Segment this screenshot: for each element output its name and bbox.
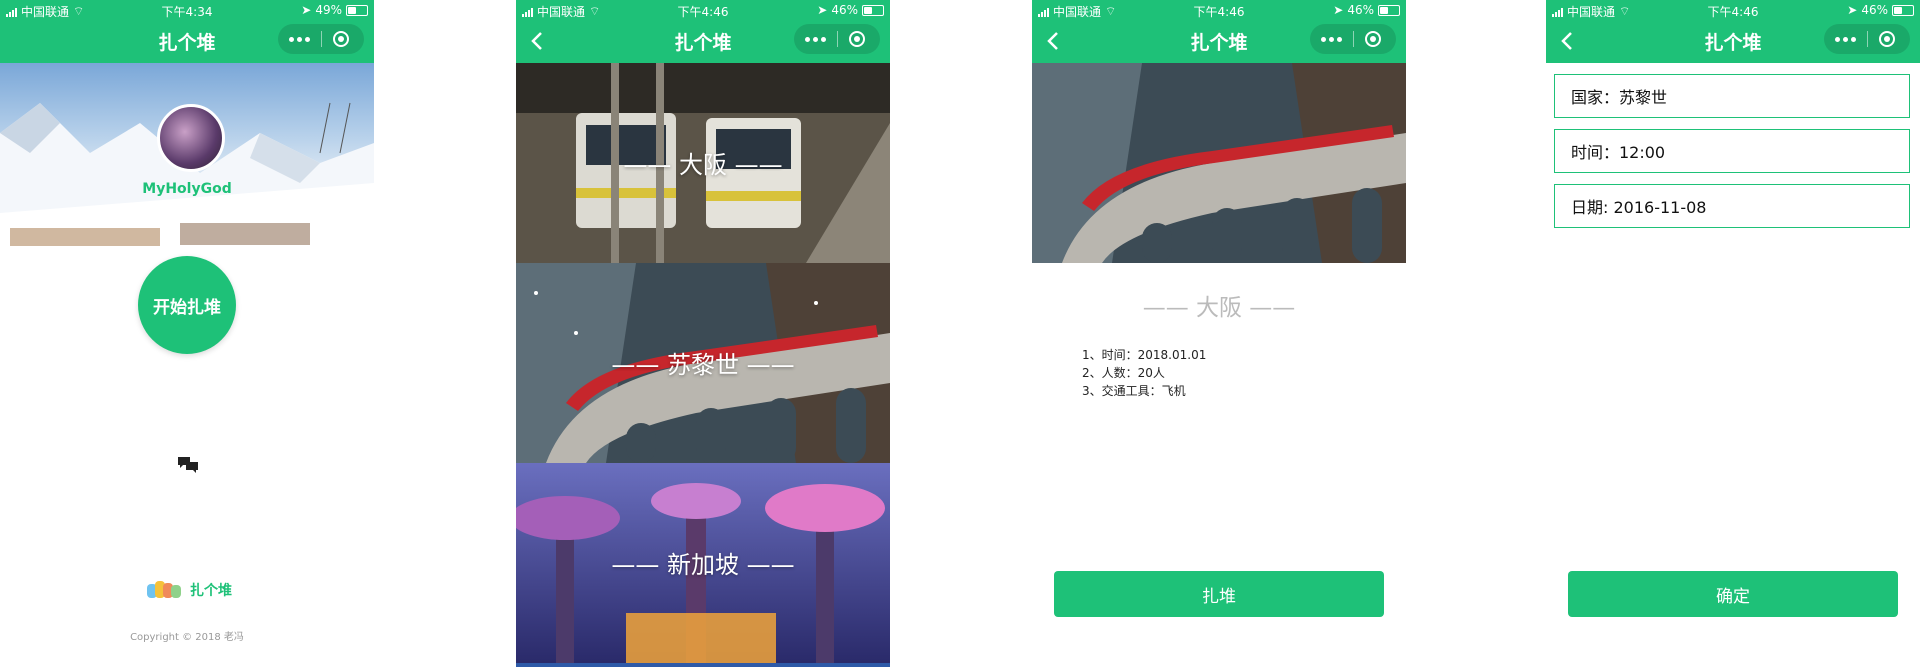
battery-icon xyxy=(862,4,884,16)
battery-percent: 46% xyxy=(1347,3,1374,17)
battery-percent: 46% xyxy=(831,3,858,17)
close-target-icon[interactable] xyxy=(1365,31,1381,47)
location-icon: ➤ xyxy=(817,3,828,17)
status-bar: 中国联通 ⌔ 下午4:34 ➤ 49% xyxy=(0,0,374,20)
copyright: Copyright © 2018 老冯 xyxy=(130,632,244,643)
city-card-singapore[interactable]: —— 新加坡 —— xyxy=(516,463,890,663)
city-card-osaka[interactable]: —— 大阪 —— xyxy=(516,63,890,263)
more-icon[interactable] xyxy=(1824,24,1867,54)
nav-bar: 中国联通 ⌔ 下午4:46 ➤ 46% 扎个堆 xyxy=(516,0,890,63)
country-field[interactable]: 国家：苏黎世 xyxy=(1554,74,1910,118)
app-logo-text: 扎个堆 xyxy=(190,583,232,599)
form-screen: 中国联通 ⌔ 下午4:46 ➤ 46% 扎个堆 国家：苏黎世 时间：12:00 … xyxy=(1546,0,1920,667)
nav-bar: 中国联通 ⌔ 下午4:34 ➤ 49% 扎个堆 xyxy=(0,0,374,63)
miniprogram-capsule[interactable] xyxy=(1824,24,1910,54)
miniprogram-capsule[interactable] xyxy=(1310,24,1396,54)
battery-icon xyxy=(1378,4,1400,16)
battery-icon xyxy=(346,4,368,16)
city-label: —— 大阪 —— xyxy=(623,151,783,179)
detail-line: 2、人数：20人 xyxy=(1082,366,1165,380)
home-screen: 中国联通 ⌔ 下午4:34 ➤ 49% 扎个堆 MyHolyGod 开始扎堆 扎… xyxy=(0,0,374,667)
miniprogram-capsule[interactable] xyxy=(794,24,880,54)
detail-line: 1、时间：2018.01.01 xyxy=(1082,348,1207,362)
nav-bar: 中国联通 ⌔ 下午4:46 ➤ 46% 扎个堆 xyxy=(1032,0,1406,63)
more-icon[interactable] xyxy=(794,24,837,54)
chat-bubbles-icon[interactable] xyxy=(177,456,199,474)
city-detail-screen: 中国联通 ⌔ 下午4:46 ➤ 46% 扎个堆 —— 大阪 —— 1、时间：20… xyxy=(1032,0,1406,667)
more-icon[interactable] xyxy=(278,24,321,54)
battery-percent: 49% xyxy=(315,3,342,17)
close-target-icon[interactable] xyxy=(849,31,865,47)
city-list-screen: 中国联通 ⌔ 下午4:46 ➤ 46% 扎个堆 —— 大阪 —— —— 苏黎世 … xyxy=(516,0,890,667)
status-bar: 中国联通 ⌔ 下午4:46 ➤ 46% xyxy=(1546,0,1920,20)
location-icon: ➤ xyxy=(1333,3,1344,17)
join-button[interactable]: 扎堆 xyxy=(1054,571,1384,617)
avatar[interactable] xyxy=(157,104,225,172)
start-button[interactable]: 开始扎堆 xyxy=(138,256,236,354)
city-label: —— 新加坡 —— xyxy=(611,551,795,579)
location-icon: ➤ xyxy=(301,3,312,17)
username: MyHolyGod xyxy=(142,181,232,197)
status-bar: 中国联通 ⌔ 下午4:46 ➤ 46% xyxy=(1032,0,1406,20)
battery-icon xyxy=(1892,4,1914,16)
more-icon[interactable] xyxy=(1310,24,1353,54)
city-card-zurich[interactable]: —— 苏黎世 —— xyxy=(516,263,890,463)
close-target-icon[interactable] xyxy=(1879,31,1895,47)
scroll-divider xyxy=(516,663,890,667)
detail-image xyxy=(1032,63,1406,263)
miniprogram-capsule[interactable] xyxy=(278,24,364,54)
trip-details: 1、时间：2018.01.01 2、人数：20人 3、交通工具：飞机 xyxy=(1082,346,1206,400)
status-bar: 中国联通 ⌔ 下午4:46 ➤ 46% xyxy=(516,0,890,20)
city-label: —— 苏黎世 —— xyxy=(611,351,795,379)
time-field[interactable]: 时间：12:00 xyxy=(1554,129,1910,173)
date-field[interactable]: 日期: 2016-11-08 xyxy=(1554,184,1910,228)
app-logo-icon xyxy=(147,581,181,598)
close-target-icon[interactable] xyxy=(333,31,349,47)
nav-bar: 中国联通 ⌔ 下午4:46 ➤ 46% 扎个堆 xyxy=(1546,0,1920,63)
battery-percent: 46% xyxy=(1861,3,1888,17)
mountain-railway-image xyxy=(1032,63,1406,263)
detail-line: 3、交通工具：飞机 xyxy=(1082,384,1186,398)
location-icon: ➤ xyxy=(1847,3,1858,17)
city-heading: —— 大阪 —— xyxy=(1142,295,1296,321)
confirm-button[interactable]: 确定 xyxy=(1568,571,1898,617)
